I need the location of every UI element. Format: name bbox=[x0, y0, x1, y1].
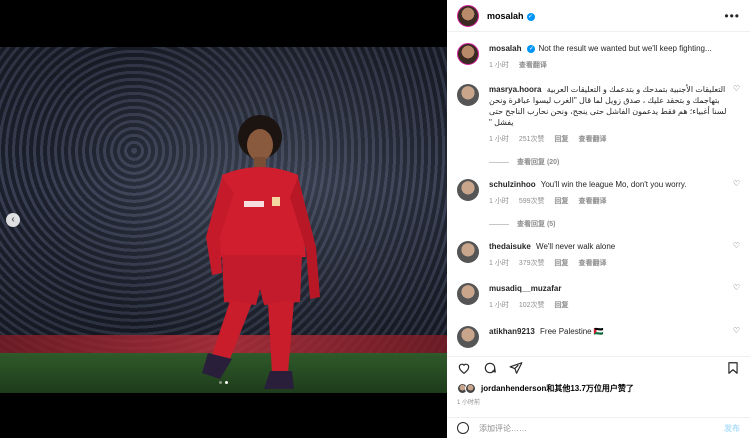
heart-icon[interactable]: ♡ bbox=[733, 241, 740, 268]
view-replies[interactable]: 查看回复 (20) bbox=[489, 157, 559, 167]
add-comment-bar: 发布 bbox=[447, 417, 750, 438]
carousel-dot-active[interactable] bbox=[225, 381, 228, 384]
translate-link[interactable]: 查看翻译 bbox=[579, 134, 607, 144]
reply-button[interactable]: 回复 bbox=[555, 258, 569, 268]
comment: masrya.hoora التعليقات الأجنبية بتمدحك و… bbox=[447, 84, 750, 144]
avatar[interactable] bbox=[457, 241, 479, 263]
comment-username[interactable]: atikhan9213 bbox=[489, 327, 535, 336]
heart-icon[interactable]: ♡ bbox=[733, 326, 740, 348]
carousel-dots bbox=[0, 381, 447, 384]
verified-icon: ✓ bbox=[526, 12, 535, 21]
comment: musadiq__muzafar 1 小时 102次赞 回复 ♡ bbox=[447, 283, 750, 310]
comment-username[interactable]: mosalah bbox=[489, 44, 521, 53]
comment-likes[interactable]: 251次赞 bbox=[519, 134, 545, 144]
reply-button[interactable]: 回复 bbox=[555, 300, 569, 310]
comment: atikhan9213 Free Palestine 🇵🇸 ♡ bbox=[447, 326, 750, 348]
heart-icon[interactable]: ♡ bbox=[733, 84, 740, 144]
bookmark-icon[interactable] bbox=[726, 361, 740, 375]
avatar bbox=[465, 383, 476, 394]
comment-text: We'll never walk alone bbox=[536, 242, 616, 251]
header-username[interactable]: mosalah ✓ bbox=[487, 11, 535, 21]
post-media: ‹ bbox=[0, 0, 447, 438]
verified-icon: ✓ bbox=[527, 45, 536, 53]
heart-icon[interactable]: ♡ bbox=[733, 179, 740, 206]
view-replies[interactable]: 查看回复 (5) bbox=[489, 219, 556, 229]
comment-time: 1 小时 bbox=[489, 260, 509, 267]
avatar[interactable] bbox=[457, 43, 479, 65]
post-time: 1 小时前 bbox=[457, 400, 481, 406]
avatar[interactable] bbox=[457, 179, 479, 201]
post-button[interactable]: 发布 bbox=[724, 423, 740, 434]
reply-button[interactable]: 回复 bbox=[555, 196, 569, 206]
share-icon[interactable] bbox=[509, 361, 523, 375]
post-photo bbox=[0, 47, 447, 393]
translate-link[interactable]: 查看翻译 bbox=[579, 258, 607, 268]
heart-icon[interactable]: ♡ bbox=[733, 283, 740, 310]
avatar[interactable] bbox=[457, 4, 479, 27]
translate-link[interactable]: 查看翻译 bbox=[579, 196, 607, 206]
comment-text: Not the result we wanted but we'll keep … bbox=[538, 44, 712, 53]
emoji-icon[interactable] bbox=[457, 422, 469, 434]
avatar[interactable] bbox=[457, 84, 479, 106]
avatar[interactable] bbox=[457, 326, 479, 348]
player-figure bbox=[202, 115, 320, 389]
comment-icon[interactable] bbox=[483, 361, 497, 375]
likes-rest[interactable]: 和其他13.7万位用户赞了 bbox=[546, 384, 634, 393]
comment-time: 1 小时 bbox=[489, 62, 509, 69]
reply-button[interactable]: 回复 bbox=[555, 134, 569, 144]
comment-list[interactable]: mosalah ✓ Not the result we wanted but we'… bbox=[447, 33, 750, 351]
comment-time: 1 小时 bbox=[489, 198, 509, 205]
comment-username[interactable]: musadiq__muzafar bbox=[489, 284, 561, 293]
comment-input[interactable] bbox=[479, 423, 724, 433]
post-header: mosalah ✓ ••• bbox=[447, 0, 750, 32]
chevron-left-icon[interactable]: ‹ bbox=[6, 213, 20, 227]
heart-icon[interactable] bbox=[457, 361, 471, 375]
carousel-dot[interactable] bbox=[219, 381, 222, 384]
caption: mosalah ✓ Not the result we wanted but we'… bbox=[447, 43, 750, 70]
comment-username[interactable]: thedaisuke bbox=[489, 242, 531, 251]
more-icon[interactable]: ••• bbox=[724, 9, 740, 23]
translate-link[interactable]: 查看翻译 bbox=[519, 60, 547, 70]
comment-time: 1 小时 bbox=[489, 136, 509, 143]
comment-likes[interactable]: 379次赞 bbox=[519, 258, 545, 268]
comment: thedaisuke We'll never walk alone 1 小时 37… bbox=[447, 241, 750, 268]
comment-text: You'll win the league Mo, don't you worr… bbox=[540, 180, 687, 189]
comment-likes[interactable]: 102次赞 bbox=[519, 300, 545, 310]
comment: schulzinhoo You'll win the league Mo, do… bbox=[447, 179, 750, 206]
comment-text: Free Palestine 🇵🇸 bbox=[540, 327, 604, 336]
post-panel: mosalah ✓ ••• mosalah ✓ Not the result we w… bbox=[447, 0, 750, 438]
comment-time: 1 小时 bbox=[489, 302, 509, 309]
avatar[interactable] bbox=[457, 283, 479, 305]
likes-user[interactable]: jordanhenderson bbox=[481, 384, 546, 393]
comment-username[interactable]: masrya.hoora bbox=[489, 85, 541, 94]
comment-username[interactable]: schulzinhoo bbox=[489, 180, 536, 189]
action-bar bbox=[447, 356, 750, 378]
likes-summary: jordanhenderson和其他13.7万位用户赞了 bbox=[457, 383, 634, 394]
comment-likes[interactable]: 599次赞 bbox=[519, 196, 545, 206]
